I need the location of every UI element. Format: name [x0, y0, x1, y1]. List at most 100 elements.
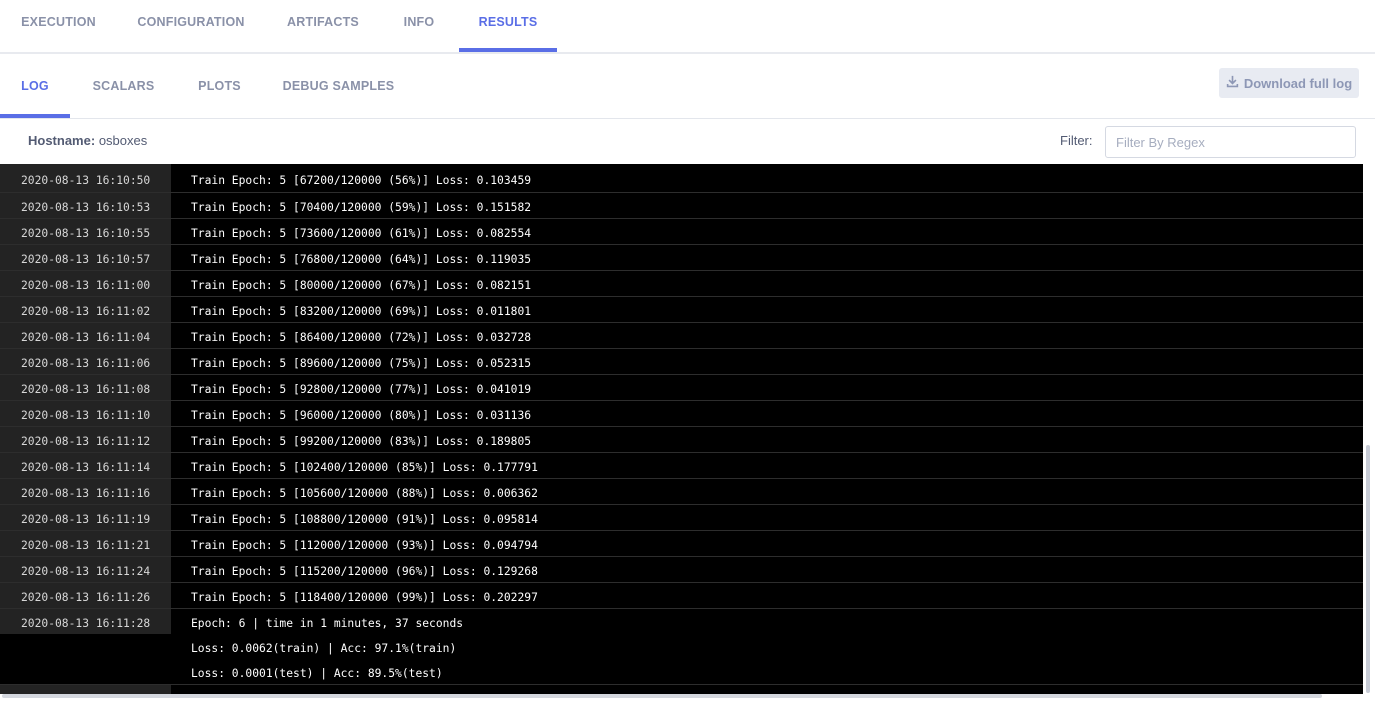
log-message: Train Epoch: 5 [73600/120000 (61%)] Loss…: [171, 219, 1363, 244]
log-timestamp: 2020-08-13 16:11:10: [0, 401, 171, 426]
log-line: Train Epoch: 5 [89600/120000 (75%)] Loss…: [191, 357, 532, 370]
hostname-info: Hostname: osboxes: [28, 119, 147, 163]
log-toolbar: Hostname: osboxes Filter:: [0, 119, 1375, 164]
log-row: 2020-08-13 16:11:00 Train Epoch: 5 [80000…: [0, 271, 1363, 297]
log-line: Train Epoch: 5 [86400/120000 (72%)] Loss…: [191, 331, 532, 344]
log-row: 2020-08-13 16:10:53 Train Epoch: 5 [70400…: [0, 193, 1363, 219]
log-row: 2020-08-13 16:11:04 Train Epoch: 5 [86400…: [0, 323, 1363, 349]
tab-plots[interactable]: PLOTS: [177, 54, 262, 118]
hostname-value: osboxes: [98, 133, 148, 148]
log-timestamp: 2020-08-13 16:11:19: [0, 505, 171, 530]
log-line: Train Epoch: 5 [102400/120000 (85%)] Los…: [191, 461, 538, 474]
log-line: Train Epoch: 5 [80000/120000 (67%)] Loss…: [191, 279, 532, 292]
log-message: Train Epoch: 5 [99200/120000 (83%)] Loss…: [171, 427, 1363, 452]
download-full-log-label: Download full log: [1243, 75, 1353, 91]
log-line: Train Epoch: 5 [112000/120000 (93%)] Los…: [191, 539, 538, 552]
log-row: 2020-08-13 16:11:12 Train Epoch: 5 [99200…: [0, 427, 1363, 453]
log-message: This is a Sports news: [171, 685, 1363, 694]
log-message: Train Epoch: 5 [89600/120000 (75%)] Loss…: [171, 349, 1363, 374]
log-row: 2020-08-13 16:11:16 Train Epoch: 5 [10560…: [0, 479, 1363, 505]
main-tab-bar: EXECUTION CONFIGURATION ARTIFACTS INFO R…: [0, 0, 1375, 54]
log-line: Loss: 0.0062(train) | Acc: 97.1%(train): [191, 642, 457, 655]
log-timestamp: 2020-08-13 16:11:21: [0, 531, 171, 556]
log-row: 2020-08-13 16:11:02 Train Epoch: 5 [83200…: [0, 297, 1363, 323]
log-line: Train Epoch: 5 [99200/120000 (83%)] Loss…: [191, 435, 532, 448]
download-full-log-button[interactable]: Download full log: [1219, 68, 1359, 98]
log-line: Train Epoch: 5 [96000/120000 (80%)] Loss…: [191, 409, 532, 422]
log-timestamp: 2020-08-13 16:11:24: [0, 557, 171, 582]
log-line: Epoch: 6 | time in 1 minutes, 37 seconds: [191, 617, 464, 630]
log-row: 2020-08-13 16:11:28 Epoch: 6 | time in 1 …: [0, 609, 1363, 685]
log-message: Train Epoch: 5 [108800/120000 (91%)] Los…: [171, 505, 1363, 530]
log-row: 2020-08-13 16:11:14 Train Epoch: 5 [10240…: [0, 453, 1363, 479]
horizontal-scrollbar-thumb[interactable]: [2, 694, 1322, 698]
log-line: Train Epoch: 5 [76800/120000 (64%)] Loss…: [191, 253, 532, 266]
log-message: Train Epoch: 5 [92800/120000 (77%)] Loss…: [171, 375, 1363, 400]
tab-results[interactable]: RESULTS: [459, 0, 557, 52]
log-line: This is a Sports news: [171, 685, 1363, 694]
log-console[interactable]: 2020-08-13 16:10:50 Train Epoch: 5 [67200…: [0, 164, 1375, 694]
log-timestamp: 2020-08-13 16:11:26: [0, 583, 171, 608]
log-line: Train Epoch: 5 [115200/120000 (96%)] Los…: [191, 565, 538, 578]
log-timestamp: 2020-08-13 16:11:00: [0, 271, 171, 296]
log-line: Loss: 0.0001(test) | Acc: 89.5%(test): [191, 667, 443, 680]
tab-configuration[interactable]: CONFIGURATION: [117, 0, 265, 52]
log-timestamp: 2020-08-13 16:11:12: [0, 427, 171, 452]
log-vertical-scrollbar[interactable]: [1363, 164, 1375, 694]
log-message: Train Epoch: 5 [118400/120000 (99%)] Los…: [171, 583, 1363, 608]
log-line: Train Epoch: 5 [118400/120000 (99%)] Los…: [191, 591, 538, 604]
log-row: 2020-08-13 16:11:08 Train Epoch: 5 [92800…: [0, 375, 1363, 401]
log-message: Train Epoch: 5 [83200/120000 (69%)] Loss…: [171, 297, 1363, 322]
log-timestamp: 2020-08-13 16:10:55: [0, 219, 171, 244]
log-line: Train Epoch: 5 [108800/120000 (91%)] Los…: [191, 513, 538, 526]
log-row: 2020-08-13 16:10:50 Train Epoch: 5 [67200…: [0, 164, 1363, 193]
log-message: Train Epoch: 5 [112000/120000 (93%)] Los…: [171, 531, 1363, 556]
log-timestamp: 2020-08-13 16:16:59: [0, 685, 171, 694]
horizontal-scrollbar[interactable]: [0, 694, 1375, 702]
log-line: Train Epoch: 5 [67200/120000 (56%)] Loss…: [191, 174, 532, 187]
tab-info[interactable]: INFO: [381, 0, 457, 52]
tab-execution[interactable]: EXECUTION: [0, 0, 117, 52]
log-timestamp: 2020-08-13 16:11:14: [0, 453, 171, 478]
download-icon: [1226, 75, 1239, 91]
log-message: Train Epoch: 5 [96000/120000 (80%)] Loss…: [171, 401, 1363, 426]
log-line: Train Epoch: 5 [105600/120000 (88%)] Los…: [191, 487, 538, 500]
log-row: 2020-08-13 16:11:21 Train Epoch: 5 [11200…: [0, 531, 1363, 557]
tab-artifacts[interactable]: ARTIFACTS: [265, 0, 381, 52]
log-vertical-scrollbar-thumb[interactable]: [1366, 445, 1370, 693]
log-timestamp: 2020-08-13 16:11:08: [0, 375, 171, 400]
log-rows: 2020-08-13 16:10:50 Train Epoch: 5 [67200…: [0, 164, 1375, 694]
log-row: 2020-08-13 16:11:24 Train Epoch: 5 [11520…: [0, 557, 1363, 583]
log-row: 2020-08-13 16:16:59This is a Sports news: [0, 685, 1363, 694]
log-message: Train Epoch: 5 [105600/120000 (88%)] Los…: [171, 479, 1363, 504]
log-message: Train Epoch: 5 [86400/120000 (72%)] Loss…: [171, 323, 1363, 348]
log-message: Train Epoch: 5 [67200/120000 (56%)] Loss…: [171, 164, 1363, 192]
tab-debug-samples[interactable]: DEBUG SAMPLES: [262, 54, 415, 118]
tab-scalars[interactable]: SCALARS: [70, 54, 177, 118]
log-line: Train Epoch: 5 [83200/120000 (69%)] Loss…: [191, 305, 532, 318]
results-sub-tab-bar: LOG SCALARS PLOTS DEBUG SAMPLES Download…: [0, 54, 1375, 119]
log-timestamp: 2020-08-13 16:11:06: [0, 349, 171, 374]
log-line: Train Epoch: 5 [73600/120000 (61%)] Loss…: [191, 227, 532, 240]
log-timestamp: 2020-08-13 16:11:02: [0, 297, 171, 322]
log-message: Train Epoch: 5 [115200/120000 (96%)] Los…: [171, 557, 1363, 582]
log-timestamp: 2020-08-13 16:10:53: [0, 193, 171, 218]
tab-log[interactable]: LOG: [0, 54, 70, 118]
log-timestamp: 2020-08-13 16:11:28: [0, 609, 171, 634]
log-row: 2020-08-13 16:11:26 Train Epoch: 5 [11840…: [0, 583, 1363, 609]
filter-input[interactable]: [1105, 126, 1356, 158]
log-row: 2020-08-13 16:10:55 Train Epoch: 5 [73600…: [0, 219, 1363, 245]
log-row: 2020-08-13 16:10:57 Train Epoch: 5 [76800…: [0, 245, 1363, 271]
log-message: Train Epoch: 5 [80000/120000 (67%)] Loss…: [171, 271, 1363, 296]
filter-label: Filter:: [1060, 133, 1093, 148]
log-line: Train Epoch: 5 [92800/120000 (77%)] Loss…: [191, 383, 532, 396]
log-line: Train Epoch: 5 [70400/120000 (59%)] Loss…: [191, 201, 532, 214]
log-message: Epoch: 6 | time in 1 minutes, 37 seconds…: [171, 609, 1363, 684]
log-message: Train Epoch: 5 [76800/120000 (64%)] Loss…: [171, 245, 1363, 270]
log-row: 2020-08-13 16:11:19 Train Epoch: 5 [10880…: [0, 505, 1363, 531]
log-timestamp: 2020-08-13 16:10:50: [0, 164, 171, 192]
hostname-label: Hostname:: [28, 133, 96, 148]
log-message: Train Epoch: 5 [70400/120000 (59%)] Loss…: [171, 193, 1363, 218]
log-timestamp: 2020-08-13 16:11:04: [0, 323, 171, 348]
log-message: Train Epoch: 5 [102400/120000 (85%)] Los…: [171, 453, 1363, 478]
